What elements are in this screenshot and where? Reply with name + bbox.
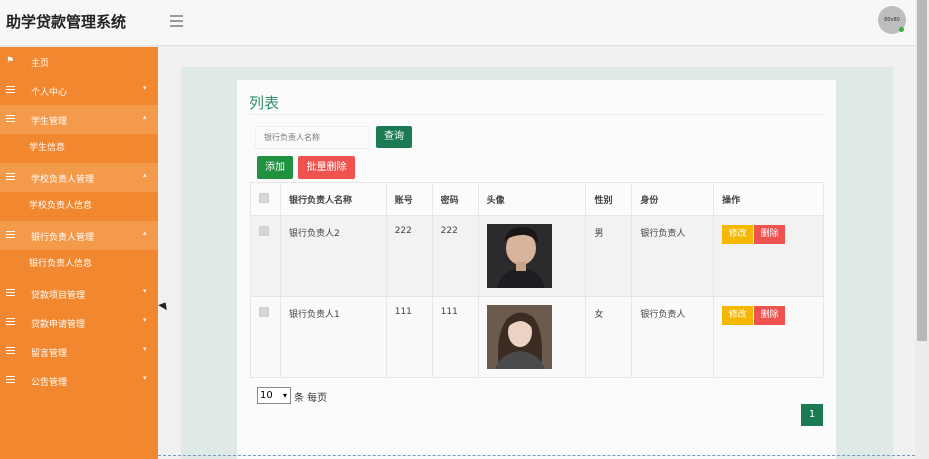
chevron-up-icon: ▴ [143, 171, 147, 179]
sidebar-item-label: 主页 [31, 59, 50, 69]
chevron-down-icon: ▾ [143, 84, 147, 92]
avatar-cell [477, 296, 587, 378]
batch-delete-button[interactable]: 批量删除 [298, 156, 355, 179]
sidebar-item-home[interactable]: ⚑ 主页 [0, 47, 158, 76]
sidebar-item-school-manager-mgmt[interactable]: 学校负责人管理 ▴ [0, 163, 158, 192]
list-icon [6, 115, 15, 122]
sidebar-item-label: 个人中心 [31, 88, 68, 98]
scrollbar-thumb[interactable] [917, 0, 927, 341]
app-title: 助学贷款管理系统 [6, 13, 127, 31]
page-title: 列表 [249, 94, 280, 112]
chevron-down-icon: ▾ [143, 374, 147, 382]
page-size-select[interactable]: 10 ▾ [257, 387, 291, 404]
column-header: 头像 [477, 182, 587, 216]
name-cell: 银行负责人1 [279, 296, 387, 378]
row-checkbox[interactable] [259, 226, 269, 236]
sidebar-item-label: 银行负责人管理 [31, 233, 95, 243]
list-icon [6, 86, 15, 93]
column-header: 身份 [631, 182, 715, 216]
chevron-down-icon: ▾ [143, 287, 147, 295]
row-checkbox[interactable] [259, 307, 269, 317]
name-cell: 银行负责人2 [279, 215, 387, 297]
title-divider [249, 114, 824, 115]
sidebar-subitem-bank-manager-info[interactable]: 银行负责人信息 [0, 250, 158, 279]
search-input[interactable]: 银行负责人名称 [255, 126, 370, 149]
table-row: 银行负责人2 222 222 男 银行负责人 修改 删除 [250, 215, 824, 297]
row-select-cell [250, 296, 281, 378]
online-status-dot [899, 27, 904, 32]
pagination-page-button[interactable]: 1 [801, 404, 823, 426]
sidebar-item-label: 学校负责人管理 [31, 175, 95, 185]
sidebar-item-loan-application-mgmt[interactable]: 贷款申请管理 ▾ [0, 308, 158, 337]
select-all-checkbox[interactable] [259, 192, 269, 203]
top-bar: 助学贷款管理系统 80x80 [0, 0, 929, 46]
edit-button[interactable]: 修改 [722, 225, 754, 244]
sidebar-subitem-student-info[interactable]: 学生信息 [0, 134, 158, 163]
sidebar-item-announcement-mgmt[interactable]: 公告管理 ▾ [0, 366, 158, 395]
query-button[interactable]: 查询 [376, 126, 412, 148]
row-select-cell [250, 215, 281, 297]
list-icon [6, 376, 15, 383]
gender-cell: 男 [585, 215, 633, 297]
account-cell: 111 [385, 296, 433, 378]
sidebar-item-label: 留言管理 [31, 349, 68, 359]
table-header-row: 银行负责人名称 账号 密码 头像 性别 身份 操作 [250, 182, 824, 216]
role-cell: 银行负责人 [631, 215, 715, 297]
avatar-photo-female [486, 305, 552, 369]
menu-toggle-icon[interactable] [170, 12, 183, 30]
sidebar-item-bank-manager-mgmt[interactable]: 银行负责人管理 ▴ [0, 221, 158, 250]
list-icon [6, 318, 15, 325]
sidebar-item-loan-project-mgmt[interactable]: 贷款项目管理 ▾ [0, 279, 158, 308]
table-row: 银行负责人1 111 111 女 银行负责人 修改 删除 [250, 296, 824, 378]
password-cell: 222 [431, 215, 479, 297]
chevron-up-icon: ▴ [143, 113, 147, 121]
column-header: 银行负责人名称 [279, 182, 387, 216]
account-cell: 222 [385, 215, 433, 297]
list-icon [6, 231, 15, 238]
sidebar-item-label: 公告管理 [31, 378, 68, 388]
sidebar-item-message-mgmt[interactable]: 留言管理 ▾ [0, 337, 158, 366]
list-icon [6, 173, 15, 180]
sidebar-subitem-school-manager-info[interactable]: 学校负责人信息 [0, 192, 158, 221]
delete-button[interactable]: 删除 [754, 306, 786, 325]
add-button[interactable]: 添加 [257, 156, 293, 179]
chevron-down-icon: ▾ [143, 345, 147, 353]
data-table: 银行负责人名称 账号 密码 头像 性别 身份 操作 银行负责人2 222 222 [250, 182, 824, 378]
password-cell: 111 [431, 296, 479, 378]
actions-cell: 修改 删除 [713, 215, 824, 297]
sidebar: ⚑ 主页 个人中心 ▾ 学生管理 ▴ 学生信息 学校负责人管理 ▴ 学校负责人信… [0, 47, 158, 459]
avatar-photo-male [486, 224, 552, 288]
list-icon [6, 347, 15, 354]
bottom-divider [158, 455, 915, 457]
avatar-cell [477, 215, 587, 297]
page-size-value: 10 [260, 390, 273, 401]
list-icon [6, 289, 15, 296]
list-card: 列表 银行负责人名称 查询 添加 批量删除 银行负责人名称 账号 密码 头像 性… [237, 80, 836, 459]
edit-button[interactable]: 修改 [722, 306, 754, 325]
column-header: 账号 [385, 182, 433, 216]
column-header: 性别 [585, 182, 633, 216]
actions-cell: 修改 删除 [713, 296, 824, 378]
chevron-up-icon: ▴ [143, 229, 147, 237]
page-size-label: 条 每页 [294, 393, 328, 404]
select-all-cell [250, 182, 281, 216]
column-header: 操作 [713, 182, 824, 216]
sidebar-item-label: 学生管理 [31, 117, 68, 127]
role-cell: 银行负责人 [631, 296, 715, 378]
gender-cell: 女 [585, 296, 633, 378]
chevron-down-icon: ▾ [143, 316, 147, 324]
chevron-down-icon: ▾ [282, 391, 287, 400]
sidebar-item-label: 贷款申请管理 [31, 320, 86, 330]
sidebar-item-personal-center[interactable]: 个人中心 ▾ [0, 76, 158, 105]
sidebar-item-student-mgmt[interactable]: 学生管理 ▴ [0, 105, 158, 134]
flag-icon: ⚑ [6, 56, 15, 66]
sidebar-item-label: 贷款项目管理 [31, 291, 86, 301]
delete-button[interactable]: 删除 [754, 225, 786, 244]
column-header: 密码 [431, 182, 479, 216]
